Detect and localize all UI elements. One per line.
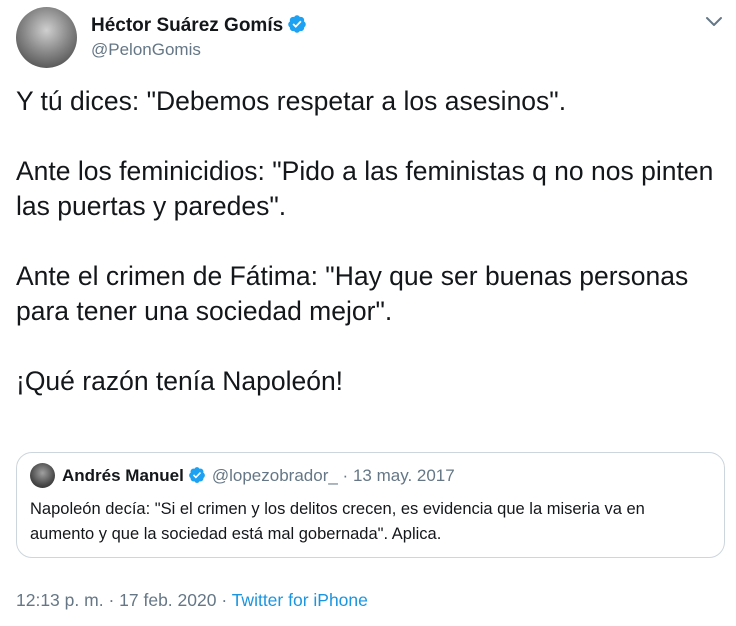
quoted-author-handle: @lopezobrador_ — [211, 466, 338, 485]
separator-dot: · — [342, 466, 349, 485]
tweet-paragraph: Y tú dices: "Debemos respetar a los ases… — [16, 86, 567, 116]
chevron-down-icon[interactable] — [705, 15, 723, 29]
tweet-date[interactable]: 17 feb. 2020 — [119, 590, 216, 610]
author-name[interactable]: Héctor Suárez Gomís — [91, 15, 283, 36]
verified-badge-icon — [288, 15, 306, 33]
separator-dot: · — [108, 590, 115, 610]
tweet-text: Y tú dices: "Debemos respetar a los ases… — [16, 84, 716, 434]
tweet-paragraph: Ante el crimen de Fátima: "Hay que ser b… — [16, 261, 689, 326]
quoted-header: Andrés Manuel @lopezobrador_ · 13 may. 20… — [62, 466, 455, 486]
quoted-tweet[interactable]: Andrés Manuel @lopezobrador_ · 13 may. 20… — [16, 452, 725, 558]
quoted-text: Napoleón decía: "Si el crimen y los deli… — [30, 500, 645, 543]
author-handle[interactable]: @PelonGomis — [91, 40, 201, 60]
verified-badge-icon — [188, 467, 205, 483]
tweet-meta: 12:13 p. m. · 17 feb. 2020 · Twitter for… — [16, 590, 368, 611]
tweet-paragraph: Ante los feminicidios: "Pido a las femin… — [16, 156, 714, 221]
quoted-author-name: Andrés Manuel — [62, 466, 184, 485]
author-name-row[interactable]: Héctor Suárez Gomís — [91, 14, 307, 37]
tweet-source-link[interactable]: Twitter for iPhone — [232, 590, 368, 610]
quoted-date: 13 may. 2017 — [352, 466, 455, 485]
tweet-time[interactable]: 12:13 p. m. — [16, 590, 104, 610]
tweet-card: Héctor Suárez Gomís @PelonGomis Y tú dic… — [0, 0, 736, 626]
quoted-author-avatar — [30, 463, 55, 488]
separator-dot: · — [221, 590, 228, 610]
tweet-paragraph: ¡Qué razón tenía Napoleón! — [16, 366, 344, 396]
author-avatar[interactable] — [16, 7, 77, 68]
